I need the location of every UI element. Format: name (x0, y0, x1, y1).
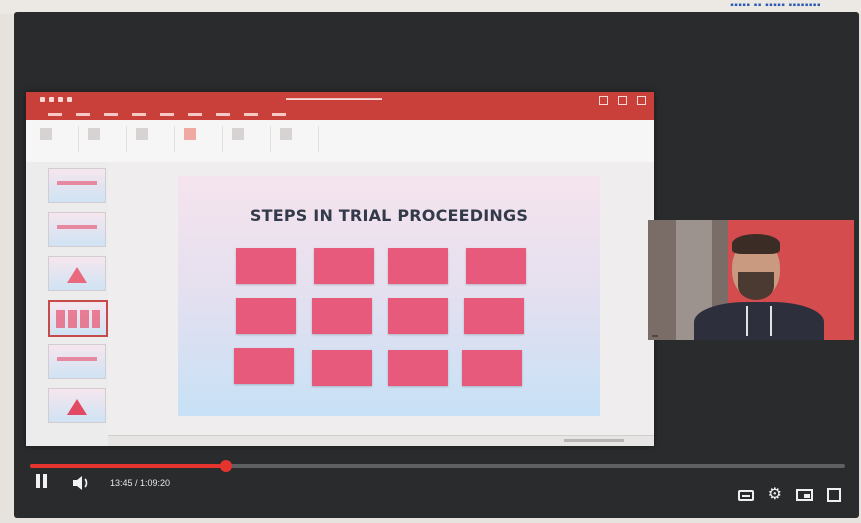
step-box (234, 348, 294, 384)
progress-scrubber[interactable] (219, 460, 232, 472)
gear-icon: ⚙ (767, 486, 782, 503)
step-box (388, 298, 448, 334)
slide-thumbnail-selected (48, 300, 108, 337)
ppt-window-title: ▬▬▬▬▬▬▬▬▬▬▬▬▬▬▬▬ (286, 96, 382, 102)
fullscreen-button[interactable] (827, 488, 841, 502)
slide: STEPS IN TRIAL PROCEEDINGS (178, 176, 600, 416)
ppt-status-bar (108, 435, 654, 446)
ppt-ribbon-tabs (26, 109, 654, 120)
slide-thumbnails-pane (26, 162, 109, 446)
step-box (462, 350, 522, 386)
step-box (388, 350, 448, 386)
presenter-name-tag (652, 335, 658, 337)
progress-fill (30, 464, 226, 468)
ppt-quick-access (40, 97, 72, 102)
ppt-ribbon (26, 120, 654, 163)
right-controls: ⚙ (737, 486, 841, 503)
slide-title: STEPS IN TRIAL PROCEEDINGS (249, 206, 529, 225)
captions-button[interactable] (737, 489, 754, 501)
step-box (236, 298, 296, 334)
step-box (236, 248, 296, 284)
slide-thumbnail (48, 388, 106, 423)
step-box (314, 248, 374, 284)
volume-button[interactable] (72, 472, 96, 494)
settings-button[interactable]: ⚙ (767, 486, 782, 503)
ppt-window-controls (599, 96, 646, 105)
webcam-overlay (648, 220, 854, 340)
slide-thumbnail (48, 344, 106, 379)
step-box (466, 248, 526, 284)
screen-share-powerpoint: ▬▬▬▬▬▬▬▬▬▬▬▬▬▬▬▬ STEPS IN TRIAL PROCEEDI… (26, 92, 654, 446)
miniplayer-button[interactable] (796, 489, 813, 501)
slide-canvas: STEPS IN TRIAL PROCEEDINGS (108, 162, 654, 446)
step-box (312, 298, 372, 334)
step-box (464, 298, 524, 334)
ppt-title-bar: ▬▬▬▬▬▬▬▬▬▬▬▬▬▬▬▬ (26, 92, 654, 109)
slide-thumbnail (48, 212, 106, 247)
pause-icon (36, 473, 50, 493)
step-box (312, 350, 372, 386)
step-box (388, 248, 448, 284)
volume-icon (73, 476, 88, 490)
slide-thumbnail (48, 168, 106, 203)
time-display: 13:45 / 1:09:20 (110, 478, 171, 488)
slide-thumbnail (48, 256, 106, 291)
pause-button[interactable] (36, 472, 56, 494)
page-header-text: ▪▪▪▪▪ ▪▪ ▪▪▪▪▪ ▪▪▪▪▪▪▪▪ (730, 0, 821, 11)
video-player[interactable]: ▬▬▬▬▬▬▬▬▬▬▬▬▬▬▬▬ STEPS IN TRIAL PROCEEDI… (14, 12, 859, 518)
progress-bar[interactable] (30, 460, 845, 472)
